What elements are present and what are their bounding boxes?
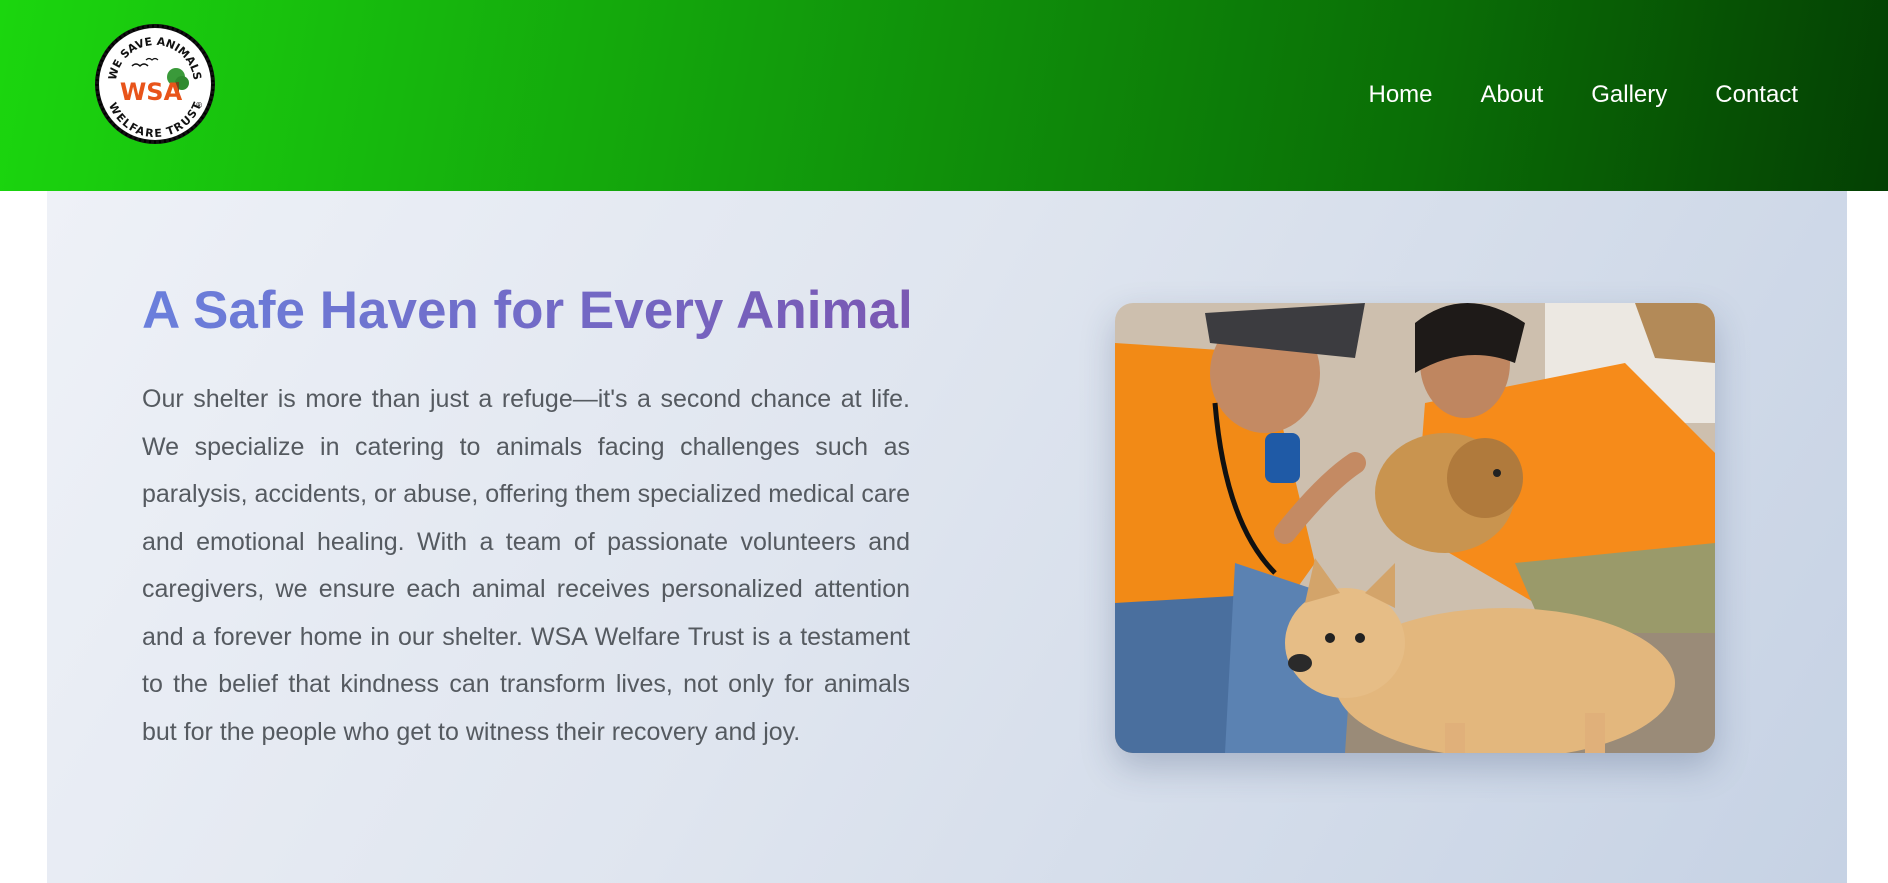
nav-contact[interactable]: Contact (1715, 78, 1798, 112)
main-nav: Home About Gallery Contact (1369, 78, 1799, 112)
hero-photo (1115, 303, 1715, 753)
site-header: WE SAVE ANIMALS WELFARE TRUST WSA ® Home… (0, 0, 1888, 191)
logo-emblem: WE SAVE ANIMALS WELFARE TRUST WSA ® (95, 24, 215, 144)
hero-section: A Safe Haven for Every Animal Our shelte… (47, 191, 1847, 883)
wsa-logo[interactable]: WE SAVE ANIMALS WELFARE TRUST WSA ® (94, 22, 216, 146)
nav-about[interactable]: About (1481, 78, 1544, 112)
logo-mark: WSA (120, 78, 183, 106)
nav-home[interactable]: Home (1369, 78, 1433, 112)
svg-text:®: ® (195, 101, 203, 110)
nav-gallery[interactable]: Gallery (1591, 78, 1667, 112)
hero-paragraph: Our shelter is more than just a refuge—i… (142, 385, 910, 746)
hero-title: A Safe Haven for Every Animal (142, 279, 922, 343)
volunteers-with-dogs-image (1115, 303, 1715, 753)
